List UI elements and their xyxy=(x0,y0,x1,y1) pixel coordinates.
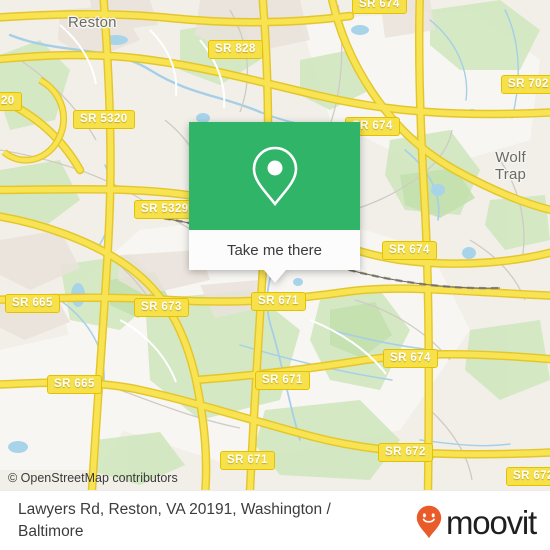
osm-attribution[interactable]: © OpenStreetMap contributors xyxy=(8,471,178,485)
location-popup-card[interactable]: Take me there xyxy=(189,122,360,283)
take-me-there-label: Take me there xyxy=(226,241,323,259)
road-shield-sr-665-lower[interactable]: SR 665 xyxy=(47,375,102,394)
road-shield-sr-665-upper[interactable]: SR 665 xyxy=(5,294,60,313)
road-shield-sr-671-mid[interactable]: SR 671 xyxy=(255,371,310,390)
road-shield-sr-671-lower[interactable]: SR 671 xyxy=(220,451,275,470)
road-shield-sr-702[interactable]: SR 702 xyxy=(501,75,550,94)
footer-bar: Lawyers Rd, Reston, VA 20191, Washington… xyxy=(0,490,550,550)
map-canvas[interactable]: Reston Wolf Trap SR 674 SR 828 SR 702 20… xyxy=(0,0,550,490)
popup-pointer xyxy=(263,270,286,283)
road-shield-sr-674-right[interactable]: SR 674 xyxy=(382,241,437,260)
road-shield-sr-674-top[interactable]: SR 674 xyxy=(352,0,407,14)
location-title: Lawyers Rd, Reston, VA 20191, Washington… xyxy=(18,501,331,540)
map-screenshot: Reston Wolf Trap SR 674 SR 828 SR 702 20… xyxy=(0,0,550,550)
road-shield-sr-672-edge[interactable]: SR 672 xyxy=(506,467,550,486)
road-shield-sr-5320-edge[interactable]: 20 xyxy=(0,92,22,111)
road-shield-sr-672[interactable]: SR 672 xyxy=(378,443,433,462)
road-shield-sr-828[interactable]: SR 828 xyxy=(208,40,263,59)
road-shield-sr-5320[interactable]: SR 5320 xyxy=(73,110,135,129)
moovit-brand[interactable]: moovit xyxy=(416,503,537,541)
road-shield-sr-674-far[interactable]: SR 674 xyxy=(383,349,438,368)
moovit-smiley-pin-icon xyxy=(416,505,442,539)
moovit-wordmark: moovit xyxy=(446,503,537,541)
road-shield-sr-5329[interactable]: SR 5329 xyxy=(134,200,196,219)
take-me-there-button[interactable]: Take me there xyxy=(189,230,360,270)
popup-header xyxy=(189,122,360,230)
road-shield-sr-671-upper[interactable]: SR 671 xyxy=(251,292,306,311)
road-shield-sr-673[interactable]: SR 673 xyxy=(134,298,189,317)
map-pin-icon xyxy=(251,145,299,207)
